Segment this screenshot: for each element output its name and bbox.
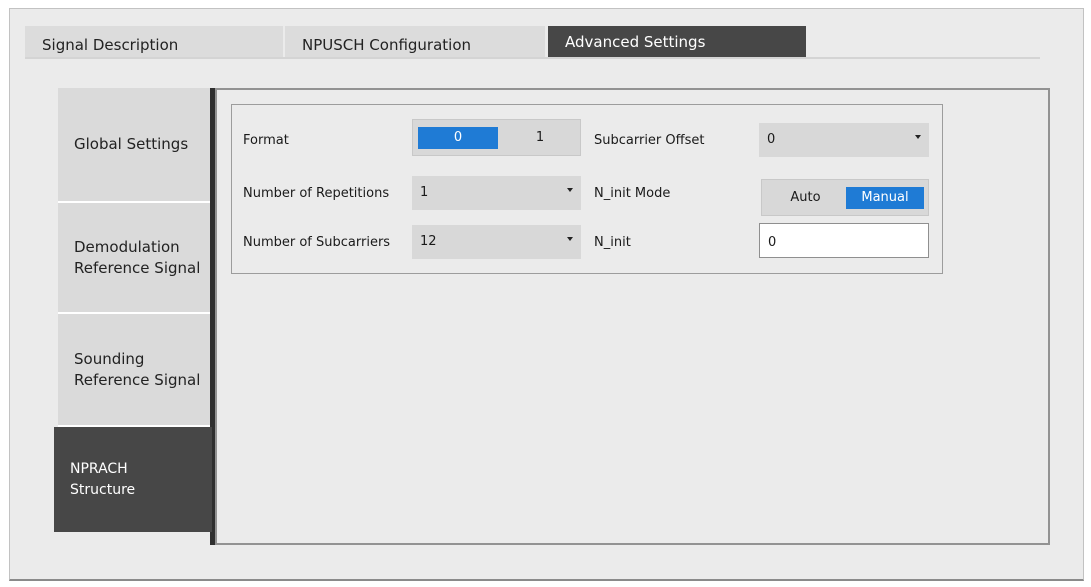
tab-npusch-configuration[interactable]: NPUSCH Configuration [285,26,545,59]
ninit-input[interactable]: 0 [759,223,929,258]
side-tab-label-line: Global Settings [74,135,189,153]
dropdown-arrow-icon [915,135,921,139]
subcarrier-offset-label: Subcarrier Offset [594,133,705,148]
number-of-repetitions-label: Number of Repetitions [243,186,390,201]
side-tab-label: Global Settings [74,134,188,155]
format-label: Format [243,133,289,148]
side-tab-sounding-reference-signal[interactable]: Sounding Reference Signal [58,314,210,427]
subcarrier-offset-value: 0 [767,132,776,147]
format-option-0[interactable]: 0 [418,127,498,149]
ninit-mode-label: N_init Mode [594,186,671,201]
side-tab-label: Demodulation Reference Signal [74,237,200,279]
side-tab-label-line: Structure [70,481,136,498]
dropdown-arrow-icon [567,237,573,241]
format-selector[interactable]: 0 1 [412,119,581,156]
side-tab-label-line: NPRACH [70,460,128,477]
tab-label: Signal Description [42,36,179,54]
ninit-label: N_init [594,235,631,250]
number-of-repetitions-value: 1 [420,185,429,200]
side-tab-label: NPRACH Structure [70,459,135,501]
side-tab-label-line: Sounding [74,349,145,368]
number-of-subcarriers-value: 12 [420,234,437,249]
ninit-mode-manual-option[interactable]: Manual [846,187,924,209]
tab-signal-description[interactable]: Signal Description [25,26,283,59]
ninit-value: 0 [768,235,777,250]
side-tab-demodulation-reference-signal[interactable]: Demodulation Reference Signal [58,203,210,314]
subcarrier-offset-dropdown[interactable]: 0 [759,123,929,157]
ninit-mode-selector[interactable]: Auto Manual [761,179,929,216]
dropdown-arrow-icon [567,188,573,192]
tab-strip-divider [25,57,1040,59]
number-of-subcarriers-label: Number of Subcarriers [243,235,391,250]
tab-label: NPUSCH Configuration [302,36,472,54]
ninit-mode-auto-option[interactable]: Auto [767,187,844,209]
format-option-1[interactable]: 1 [500,127,580,149]
tab-label: Advanced Settings [565,33,706,51]
side-tab-label-line: Demodulation [74,237,180,256]
side-tab-global-settings[interactable]: Global Settings [58,88,210,203]
tab-advanced-settings[interactable]: Advanced Settings [548,26,806,59]
side-tab-label-line: Reference Signal [74,258,201,277]
number-of-subcarriers-dropdown[interactable]: 12 [412,225,581,259]
side-tab-label-line: Reference Signal [74,370,201,389]
number-of-repetitions-dropdown[interactable]: 1 [412,176,581,210]
side-tab-nprach-structure[interactable]: NPRACH Structure [54,427,212,532]
side-tab-label: Sounding Reference Signal [74,349,200,391]
